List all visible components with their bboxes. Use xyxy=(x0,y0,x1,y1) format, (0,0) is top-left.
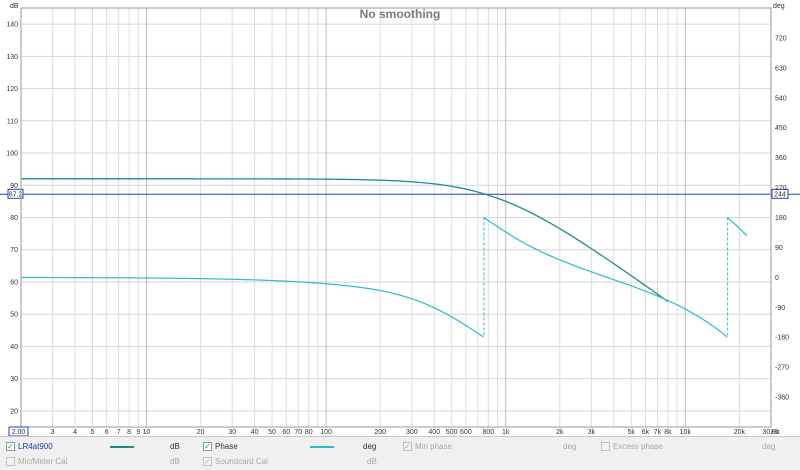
legend-panel: ✓ LR4at900 dB ✓ Phase deg ✓ Min phase de… xyxy=(0,436,800,470)
x-tick-label: 3 xyxy=(51,429,55,436)
x-tick-label: 7 xyxy=(117,429,121,436)
right-tick-label: 90 xyxy=(775,245,783,252)
left-tick-label: 60 xyxy=(10,279,18,286)
x-tick-label: 50 xyxy=(268,429,276,436)
frequency-response-chart: 87.2 244 2030405060708090100110120130140 … xyxy=(0,0,800,436)
right-tick-label: 630 xyxy=(775,65,787,72)
left-tick-label: 140 xyxy=(6,22,18,29)
legend-item-soundcard-cal[interactable]: ✓ Soundcard Cal xyxy=(203,454,268,469)
x-tick-label: 500 xyxy=(446,429,458,436)
x-tick-label: 10 xyxy=(143,429,151,436)
x-tick-label: 3k xyxy=(588,429,596,436)
left-tick-label: 90 xyxy=(10,183,18,190)
unit-lr4at900: dB xyxy=(170,442,180,451)
checkbox-min-phase[interactable]: ✓ xyxy=(403,442,412,451)
checkbox-phase[interactable]: ✓ xyxy=(203,442,212,451)
x-tick-label: 800 xyxy=(482,429,494,436)
x-tick-label: 8 xyxy=(127,429,131,436)
x-tick-label: 2k xyxy=(556,429,564,436)
x-tick-label: 60 xyxy=(282,429,290,436)
checkbox-soundcard-cal[interactable]: ✓ xyxy=(203,457,212,466)
legend-item-mic-meter-cal[interactable]: Mic/Meter Cal xyxy=(6,454,67,469)
chart-title: No smoothing xyxy=(360,7,441,21)
left-tick-label: 50 xyxy=(10,312,18,319)
x-tick-label: 70 xyxy=(294,429,302,436)
legend-label-phase[interactable]: Phase xyxy=(215,442,238,451)
x-tick-label: 9 xyxy=(136,429,140,436)
x-tick-label: 200 xyxy=(374,429,386,436)
right-tick-label: 540 xyxy=(775,95,787,102)
right-tick-label: 180 xyxy=(775,215,787,222)
legend-item-lr4at900[interactable]: ✓ LR4at900 xyxy=(6,439,53,454)
right-tick-label: 720 xyxy=(775,35,787,42)
legend-label-soundcard-cal[interactable]: Soundcard Cal xyxy=(215,457,268,466)
legend-item-min-phase[interactable]: ✓ Min phase xyxy=(403,439,452,454)
x-tick-label: 400 xyxy=(428,429,440,436)
x-tick-label: 100 xyxy=(320,429,332,436)
x-tick-label: 1k xyxy=(502,429,510,436)
right-tick-label: 0 xyxy=(775,275,779,282)
left-tick-label: 30 xyxy=(10,376,18,383)
unit-excess-phase: deg xyxy=(762,442,776,451)
x-tick-label: 6 xyxy=(105,429,109,436)
right-tick-label: -180 xyxy=(775,335,789,342)
unit-min-phase: deg xyxy=(563,442,577,451)
x-tick-label: 80 xyxy=(305,429,313,436)
x-tick-label: 6k xyxy=(642,429,650,436)
unit-phase: deg xyxy=(363,442,377,451)
x-tick-label: 5 xyxy=(91,429,95,436)
x-tick-label: 4 xyxy=(73,429,77,436)
left-tick-label: 70 xyxy=(10,247,18,254)
x-tick-label: 40 xyxy=(251,429,259,436)
checkbox-excess-phase[interactable] xyxy=(601,442,610,451)
x-tick-label: 7k xyxy=(654,429,662,436)
x-tick-label: 20 xyxy=(197,429,205,436)
right-tick-label: 270 xyxy=(775,185,787,192)
left-axis-unit: dB xyxy=(10,3,19,10)
left-tick-label: 80 xyxy=(10,215,18,222)
right-tick-label: 450 xyxy=(775,125,787,132)
left-tick-label: 20 xyxy=(10,408,18,415)
x-tick-label: 300 xyxy=(406,429,418,436)
legend-item-phase[interactable]: ✓ Phase xyxy=(203,439,238,454)
left-tick-label: 130 xyxy=(6,54,18,61)
legend-item-excess-phase[interactable]: Excess phase xyxy=(601,439,663,454)
swatch-lr4at900 xyxy=(110,446,134,448)
right-tick-label: -360 xyxy=(775,395,789,402)
checkbox-lr4at900[interactable]: ✓ xyxy=(6,442,15,451)
x-tick-label: 30 xyxy=(228,429,236,436)
x-tick-label: 600 xyxy=(460,429,472,436)
right-tick-label: 360 xyxy=(775,155,787,162)
cursor-left-value: 87.2 xyxy=(9,191,23,198)
cursor-right-value: 244 xyxy=(774,191,786,198)
x-axis-unit: Hz xyxy=(771,429,780,436)
x-tick-label: 20k xyxy=(734,429,746,436)
unit-mic-meter-cal: dB xyxy=(170,457,180,466)
legend-row-1: ✓ LR4at900 dB ✓ Phase deg ✓ Min phase de… xyxy=(0,439,800,454)
legend-row-2: Mic/Meter Cal dB ✓ Soundcard Cal dB xyxy=(0,454,800,469)
unit-soundcard-cal: dB xyxy=(367,457,377,466)
x-tick-label: 8k xyxy=(664,429,672,436)
right-tick-label: -90 xyxy=(775,305,785,312)
left-tick-label: 110 xyxy=(7,118,18,125)
legend-label-lr4at900[interactable]: LR4at900 xyxy=(18,442,53,451)
left-tick-label: 120 xyxy=(6,86,18,93)
legend-label-mic-meter-cal[interactable]: Mic/Meter Cal xyxy=(18,457,67,466)
legend-label-min-phase[interactable]: Min phase xyxy=(415,442,452,451)
x-tick-label: 10k xyxy=(680,429,692,436)
x-tick-label: 5k xyxy=(628,429,636,436)
right-axis-unit: deg xyxy=(773,3,785,10)
checkbox-mic-meter-cal[interactable] xyxy=(6,457,15,466)
legend-label-excess-phase[interactable]: Excess phase xyxy=(613,442,663,451)
right-tick-label: -270 xyxy=(775,365,789,372)
left-tick-label: 100 xyxy=(6,151,18,158)
left-tick-label: 40 xyxy=(10,344,18,351)
swatch-phase xyxy=(310,446,334,448)
x-axis-start-label: 2.00 xyxy=(12,429,26,436)
